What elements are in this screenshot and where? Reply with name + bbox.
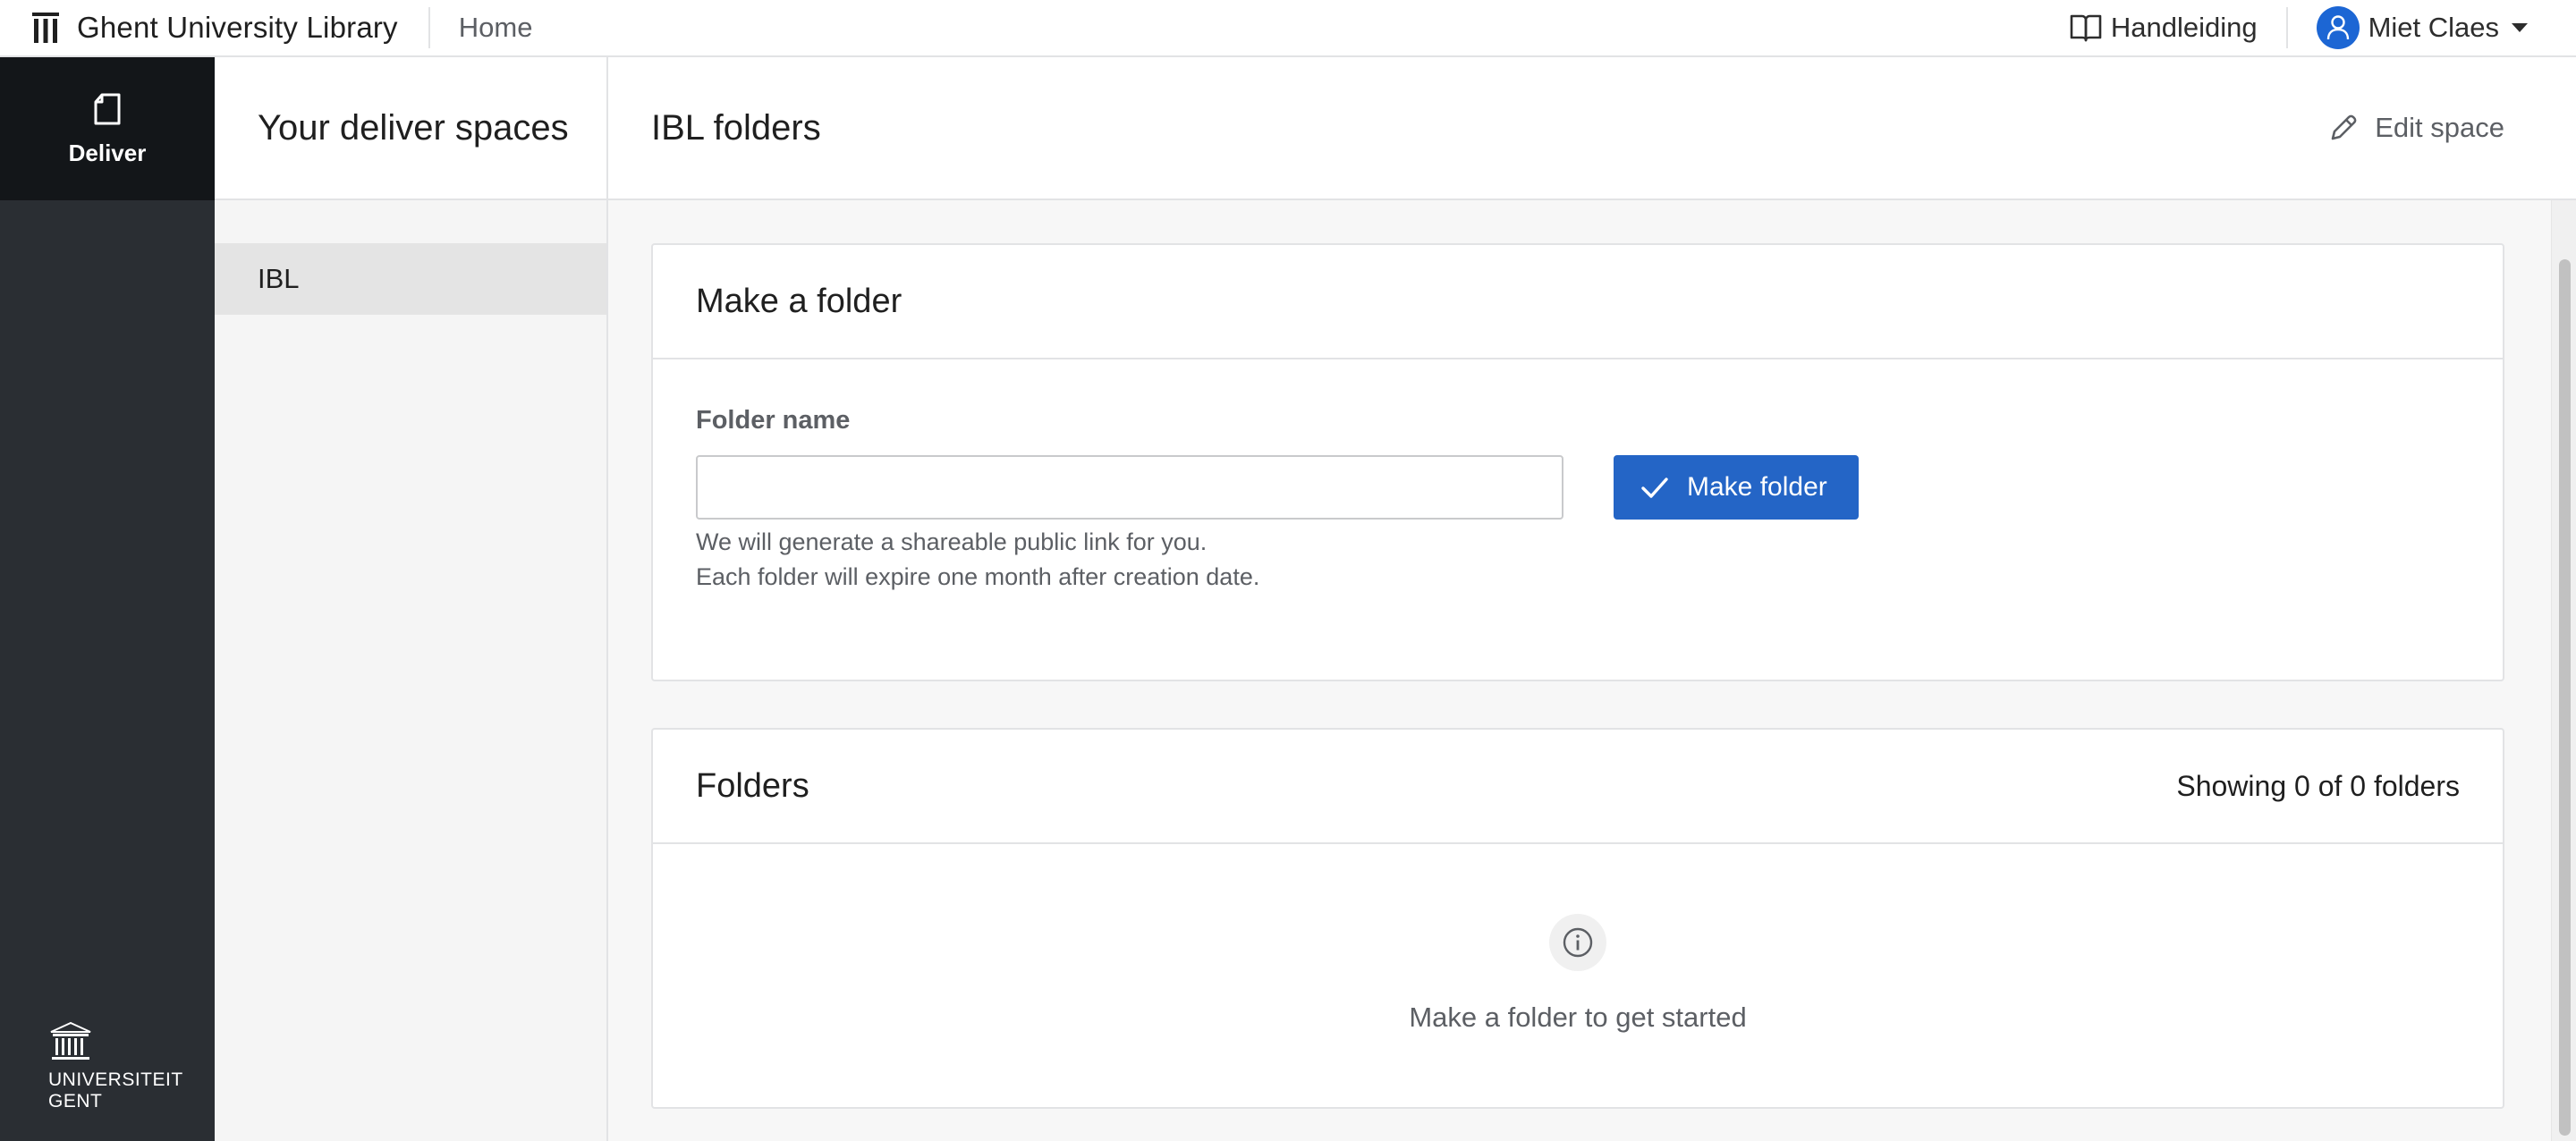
folders-header: Folders Showing 0 of 0 folders	[653, 730, 2503, 844]
pencil-icon	[2331, 114, 2357, 140]
user-menu[interactable]: Miet Claes	[2316, 6, 2576, 49]
navbar-divider	[428, 7, 430, 48]
library-logo-icon	[32, 13, 59, 43]
ugent-logo: UNIVERSITEIT GENT	[48, 1021, 183, 1112]
chevron-down-icon	[2512, 23, 2528, 32]
folders-title: Folders	[696, 766, 809, 805]
make-folder-header: Make a folder	[653, 245, 2503, 359]
spaces-sidebar: Your deliver spaces IBL	[215, 57, 608, 1141]
make-folder-button[interactable]: Make folder	[1614, 455, 1859, 520]
file-icon	[94, 93, 121, 124]
make-folder-card: Make a folder Folder name Make folder We…	[651, 243, 2504, 681]
check-icon	[1641, 478, 1668, 498]
university-building-icon	[50, 1021, 91, 1060]
scrollbar-thumb[interactable]	[2559, 259, 2571, 1136]
ugent-logo-line1: UNIVERSITEIT	[48, 1069, 183, 1090]
info-icon-badge	[1549, 914, 1606, 971]
folder-name-label: Folder name	[696, 406, 851, 435]
folders-count: Showing 0 of 0 folders	[2176, 769, 2460, 802]
folder-name-input[interactable]	[696, 455, 1563, 520]
make-folder-button-label: Make folder	[1687, 472, 1827, 502]
sidebar-header: Your deliver spaces	[215, 57, 606, 200]
avatar	[2316, 6, 2360, 49]
page-title: IBL folders	[651, 107, 821, 148]
manual-label: Handleiding	[2110, 12, 2258, 43]
empty-state: Make a folder to get started	[653, 844, 2503, 1034]
user-icon	[2326, 15, 2349, 40]
top-navbar: Ghent University Library Home Handleidin…	[0, 0, 2576, 57]
folder-name-row: Make folder	[696, 455, 2460, 520]
make-folder-form: Folder name Make folder We will generate…	[653, 359, 2503, 595]
book-icon	[2070, 14, 2102, 42]
navbar-divider	[2285, 7, 2288, 48]
sidebar-item-ibl[interactable]: IBL	[215, 243, 606, 315]
main-content: IBL folders Edit space Make a folder Fol…	[608, 57, 2576, 1141]
main-rail: Deliver UNIVERSITEIT GENT	[0, 57, 215, 1141]
navbar-right: Handleiding Miet Claes	[2070, 0, 2576, 55]
empty-state-message: Make a folder to get started	[1409, 1002, 1747, 1033]
brand-link[interactable]: Ghent University Library	[0, 0, 398, 55]
hint-line-2: Each folder will expire one month after …	[696, 563, 1260, 590]
rail-item-label: Deliver	[68, 139, 147, 166]
folder-name-hint: We will generate a shareable public link…	[696, 525, 2460, 595]
home-link[interactable]: Home	[459, 12, 533, 44]
info-icon	[1563, 927, 1593, 958]
make-folder-title: Make a folder	[696, 282, 902, 320]
sidebar-title: Your deliver spaces	[258, 107, 569, 148]
brand-name: Ghent University Library	[77, 11, 398, 44]
main-scrollbar[interactable]	[2551, 200, 2576, 1141]
manual-link[interactable]: Handleiding	[2070, 12, 2286, 44]
edit-space-button[interactable]: Edit space	[2328, 112, 2504, 144]
rail-item-deliver[interactable]: Deliver	[0, 57, 215, 200]
edit-space-label: Edit space	[2375, 112, 2504, 143]
user-name: Miet Claes	[2368, 12, 2499, 43]
main-header: IBL folders Edit space	[608, 57, 2576, 200]
hint-line-1: We will generate a shareable public link…	[696, 528, 1208, 555]
ugent-logo-line2: GENT	[48, 1091, 103, 1111]
folders-card: Folders Showing 0 of 0 folders Make a fo…	[651, 728, 2504, 1109]
